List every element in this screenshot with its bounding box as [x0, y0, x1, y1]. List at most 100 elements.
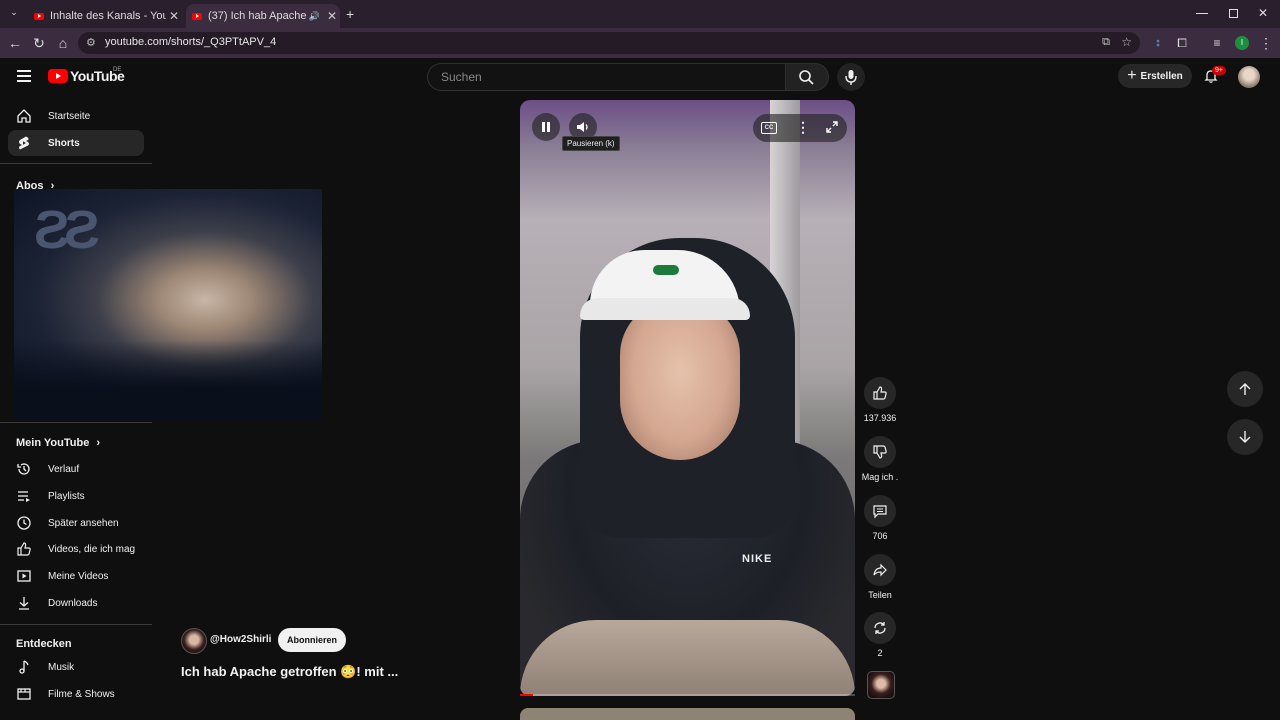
extension-icon[interactable]: ⦂ — [1150, 35, 1166, 51]
sidebar-item-playlists[interactable]: Playlists — [8, 483, 144, 509]
youtube-logo[interactable]: YouTube DE — [48, 67, 125, 84]
restore-button[interactable] — [1229, 9, 1238, 18]
next-short-preview[interactable] — [520, 708, 855, 720]
next-short-button[interactable] — [1227, 419, 1263, 455]
you-heading[interactable]: Mein YouTube › — [16, 437, 100, 449]
create-label: Erstellen — [1140, 70, 1183, 82]
url-text: youtube.com/shorts/_Q3PTtAPV_4 — [105, 36, 277, 48]
face — [620, 300, 740, 460]
home-icon[interactable]: ⌂ — [55, 35, 71, 51]
search-icon — [799, 70, 814, 85]
account-avatar[interactable] — [1238, 66, 1260, 88]
comment-icon — [873, 505, 887, 519]
guide-menu-icon[interactable] — [17, 70, 31, 85]
progress-fill — [520, 694, 534, 696]
microphone-icon — [845, 70, 857, 85]
media-controls-icon[interactable]: ≡ — [1209, 35, 1225, 51]
sidebar-item-watch-later[interactable]: Später ansehen — [8, 510, 144, 536]
more-options-icon[interactable]: ⋮ — [796, 119, 810, 136]
minimize-button[interactable] — [1196, 7, 1208, 19]
search-input[interactable] — [439, 69, 773, 85]
thumbs-up-icon — [873, 386, 887, 400]
progress-bar[interactable] — [520, 694, 855, 696]
search-box[interactable] — [427, 63, 786, 91]
playlists-icon — [16, 488, 32, 504]
sidebar-item-label: Filme & Shows — [48, 688, 115, 700]
sidebar-item-downloads[interactable]: Downloads — [8, 590, 144, 616]
address-bar[interactable]: ⚙ youtube.com/shorts/_Q3PTtAPV_4 ⧉ ☆ — [78, 32, 1140, 54]
browser-tab-active[interactable]: (37) Ich hab Apache getroff 🔊 ✕ — [186, 4, 340, 28]
close-tab-icon[interactable]: ✕ — [166, 9, 182, 23]
sidebar-item-label: Shorts — [48, 137, 80, 149]
create-button[interactable]: + Erstellen — [1118, 64, 1192, 88]
sidebar-item-label: Musik — [48, 661, 75, 673]
dislike-label: Mag ich . — [861, 472, 899, 482]
explore-heading: Entdecken — [16, 638, 72, 650]
channel-avatar[interactable] — [181, 628, 207, 654]
site-info-icon[interactable]: ⚙ — [86, 36, 96, 49]
hoodie-logo: NIKE — [742, 553, 773, 565]
my-videos-icon — [16, 568, 32, 584]
shorts-player[interactable]: NIKE — [520, 100, 855, 696]
sidebar-item-liked-videos[interactable]: Videos, die ich mag — [8, 536, 144, 562]
sound-source-avatar[interactable] — [867, 671, 895, 699]
comment-count: 706 — [872, 531, 888, 541]
extensions-puzzle-icon[interactable]: ⧠ — [1174, 35, 1190, 51]
sidebar-item-label: Videos, die ich mag — [48, 543, 136, 555]
share-button[interactable] — [864, 554, 896, 586]
audio-playing-icon[interactable]: 🔊 — [309, 11, 320, 22]
sidebar-item-movies[interactable]: Filme & Shows — [8, 681, 144, 707]
sidebar-item-label: Downloads — [48, 597, 98, 609]
sidebar-item-label: Playlists — [48, 490, 85, 502]
tab-title: (37) Ich hab Apache getroff — [208, 10, 309, 22]
channel-handle[interactable]: @How2Shirli — [210, 634, 271, 645]
sidebar-item-home[interactable]: Startseite — [8, 103, 144, 129]
youtube-favicon-icon — [192, 12, 202, 20]
close-tab-icon[interactable]: ✕ — [324, 9, 340, 23]
sidebar-divider — [0, 624, 152, 625]
remix-button[interactable] — [864, 612, 896, 644]
sidebar-item-music[interactable]: Musik — [8, 654, 144, 680]
new-tab-button[interactable]: + — [346, 6, 354, 22]
browser-tab-bar: ⌄ Inhalte des Kanals - YouTube St ✕ (37)… — [0, 0, 1280, 28]
volume-icon — [577, 122, 588, 132]
close-window-button[interactable]: ✕ — [1258, 6, 1268, 20]
cap-brim — [580, 298, 750, 320]
voice-search-button[interactable] — [837, 63, 865, 91]
tab-list-button[interactable]: ⌄ — [6, 7, 22, 21]
webcam-overlay: ƧƧ — [14, 189, 322, 420]
profile-icon[interactable]: I — [1235, 36, 1249, 50]
thumbs-down-icon — [873, 445, 887, 459]
short-title[interactable]: Ich hab Apache getroffen 😳! mit ... — [181, 664, 398, 680]
shorts-icon — [16, 135, 32, 151]
install-app-icon[interactable]: ⧉ — [1102, 36, 1110, 49]
reload-icon[interactable]: ↻ — [31, 35, 47, 51]
history-icon — [16, 461, 32, 477]
cap-logo — [653, 265, 679, 275]
dislike-button[interactable] — [864, 436, 896, 468]
sidebar-item-history[interactable]: Verlauf — [8, 456, 144, 482]
bookmark-star-icon[interactable]: ☆ — [1121, 35, 1132, 49]
sidebar-item-shorts[interactable]: Shorts — [8, 130, 144, 156]
comments-button[interactable] — [864, 495, 896, 527]
fullscreen-button[interactable] — [818, 113, 846, 141]
youtube-play-icon — [48, 69, 68, 83]
subscribe-button[interactable]: Abonnieren — [278, 628, 346, 652]
film-icon — [16, 686, 32, 702]
pause-button[interactable] — [532, 113, 560, 141]
sidebar-item-label: Startseite — [48, 110, 91, 122]
back-icon[interactable]: ← — [7, 35, 23, 51]
browser-tab[interactable]: Inhalte des Kanals - YouTube St ✕ — [28, 4, 182, 28]
browser-menu-icon[interactable]: ⋮ — [1258, 35, 1274, 51]
captions-button[interactable]: CC — [761, 122, 777, 134]
sidebar-divider — [0, 163, 152, 164]
like-count: 137.936 — [863, 413, 897, 423]
youtube-favicon-icon — [34, 12, 44, 20]
search-button[interactable] — [785, 63, 829, 91]
arrow-up-icon — [1239, 383, 1251, 395]
sidebar-item-my-videos[interactable]: Meine Videos — [8, 563, 144, 589]
previous-short-button[interactable] — [1227, 371, 1263, 407]
like-button[interactable] — [864, 377, 896, 409]
chair-logo: ƧƧ — [34, 200, 100, 260]
music-note-icon — [16, 659, 32, 675]
